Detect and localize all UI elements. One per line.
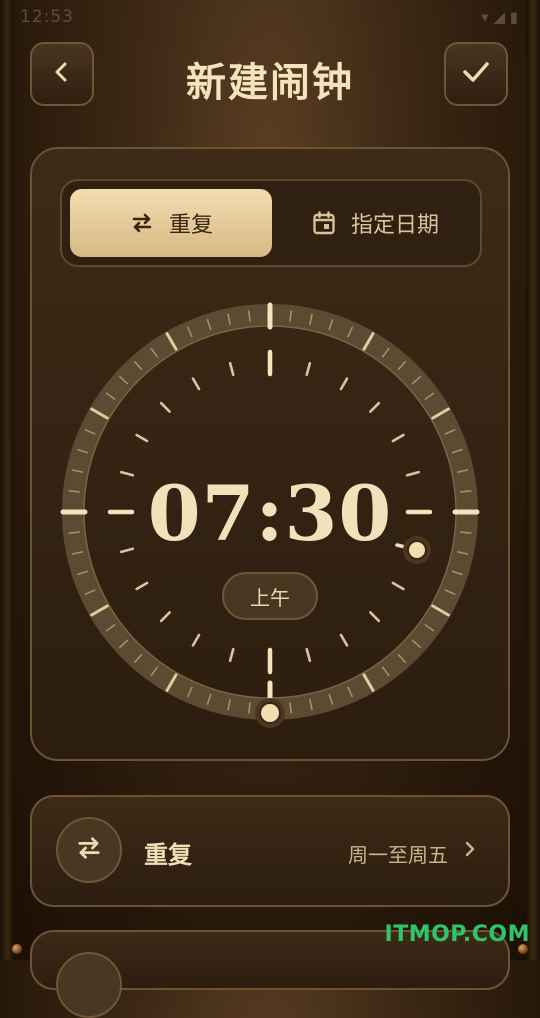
- frame-edge-right: [526, 0, 540, 960]
- next-row-icon-circle: [56, 952, 122, 1018]
- chevron-right-icon: [462, 839, 478, 863]
- status-icons: ▾ ◢ ▮: [481, 8, 518, 26]
- inner-tick: [159, 611, 171, 623]
- inner-tick: [391, 581, 405, 591]
- minute-handle: [259, 702, 281, 724]
- am-pm-toggle[interactable]: 上午: [222, 572, 318, 620]
- repeat-row-value: 周一至周五: [348, 843, 448, 867]
- ring-tick: [289, 702, 292, 714]
- inner-tick: [135, 581, 149, 591]
- check-icon: [459, 55, 493, 93]
- inner-tick: [305, 361, 312, 377]
- status-time: 12:53: [20, 7, 74, 27]
- repeat-row-label: 重复: [144, 841, 192, 869]
- ring-tick: [248, 310, 251, 322]
- repeat-icon: [74, 833, 104, 867]
- ring-tick: [289, 310, 292, 322]
- inner-tick: [228, 361, 235, 377]
- inner-tick: [339, 633, 349, 647]
- rivet: [12, 944, 22, 954]
- confirm-button[interactable]: [444, 42, 508, 106]
- clock-dial[interactable]: [32, 149, 508, 759]
- status-bar: 12:53 ▾ ◢ ▮: [0, 0, 540, 34]
- repeat-setting-row[interactable]: 重复 周一至周五: [30, 795, 510, 907]
- inner-tick: [191, 377, 201, 391]
- frame-edge-left: [0, 0, 14, 960]
- repeat-row-icon-circle: [56, 817, 122, 883]
- inner-tick: [369, 611, 381, 623]
- inner-tick: [391, 433, 405, 443]
- inner-tick: [135, 433, 149, 443]
- ring-tick: [248, 702, 251, 714]
- inner-tick: [305, 647, 312, 663]
- watermark: ITMOP.COM: [384, 922, 530, 947]
- inner-tick: [228, 647, 235, 663]
- inner-tick: [159, 401, 171, 413]
- inner-tick: [339, 377, 349, 391]
- time-display[interactable]: 07:30: [32, 469, 508, 558]
- inner-tick: [369, 401, 381, 413]
- alarm-card: 重复 指定日期 07:30 上午: [30, 147, 510, 761]
- inner-tick: [191, 633, 201, 647]
